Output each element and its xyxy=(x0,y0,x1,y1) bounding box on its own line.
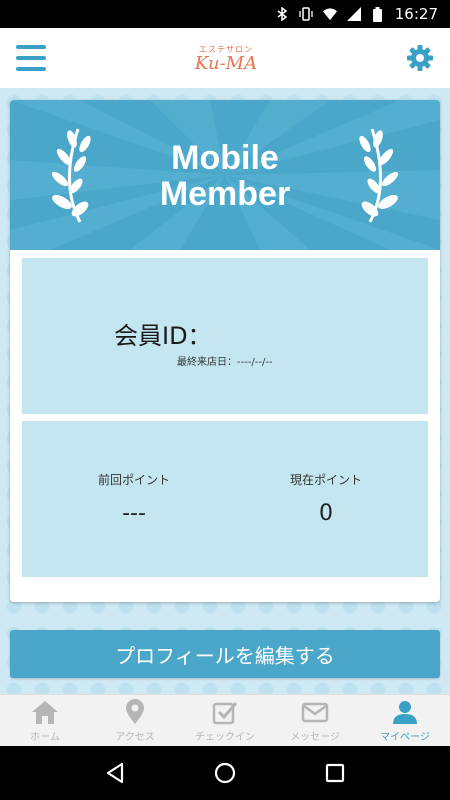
tab-mypage[interactable]: マイページ xyxy=(360,695,450,746)
cellular-icon xyxy=(346,7,361,21)
circle-home-icon xyxy=(214,762,236,784)
tab-checkin-label: チェックイン xyxy=(195,731,255,743)
points-panel: 前回ポイント --- 現在ポイント 0 xyxy=(22,421,428,577)
menu-button[interactable] xyxy=(16,45,46,71)
bottom-tab-bar: ホーム アクセス チェックイン メッセージ マイページ xyxy=(0,694,450,746)
android-nav-bar xyxy=(0,746,450,800)
previous-points-label: 前回ポイント xyxy=(97,473,170,487)
last-visit-date: 最終来店日：----/--/-- xyxy=(177,357,273,368)
square-recents-icon xyxy=(325,763,345,783)
member-banner: Mobile Member xyxy=(10,100,440,250)
bluetooth-icon xyxy=(275,7,289,21)
member-info-panel: 会員ID： 最終来店日：----/--/-- xyxy=(22,258,428,414)
app-header: エステサロン Ku-MA xyxy=(0,28,450,88)
tab-checkin[interactable]: チェックイン xyxy=(180,695,270,746)
mail-icon xyxy=(301,702,329,722)
status-time: 16:27 xyxy=(394,5,438,23)
status-bar: 16:27 xyxy=(0,0,450,28)
back-button[interactable] xyxy=(100,758,130,788)
previous-points-value: --- xyxy=(122,501,146,526)
vibrate-icon xyxy=(299,7,313,21)
current-points-value: 0 xyxy=(319,501,333,526)
home-nav-button[interactable] xyxy=(210,758,240,788)
tab-mypage-label: マイページ xyxy=(380,731,430,743)
tab-access-label: アクセス xyxy=(115,731,155,743)
member-id-label: 会員ID： xyxy=(114,322,212,350)
main-content: Mobile Member 会員ID： 最終来店日：----/--/-- 前回ポ… xyxy=(0,88,450,694)
battery-icon xyxy=(371,6,385,22)
settings-button[interactable] xyxy=(406,44,434,72)
home-icon xyxy=(32,700,58,724)
laurel-right-icon xyxy=(359,128,399,223)
back-icon xyxy=(106,762,124,784)
tab-message-label: メッセージ xyxy=(290,731,340,743)
map-pin-icon xyxy=(126,698,144,724)
checkin-icon xyxy=(212,701,238,724)
menu-icon-bar xyxy=(16,67,46,71)
tab-message[interactable]: メッセージ xyxy=(270,695,360,746)
tab-home[interactable]: ホーム xyxy=(0,695,90,746)
current-points-label: 現在ポイント xyxy=(289,473,362,487)
app-logo: エステサロン Ku-MA xyxy=(195,44,257,73)
gear-icon xyxy=(407,45,433,71)
user-icon xyxy=(393,700,417,724)
wifi-icon xyxy=(322,7,337,21)
menu-icon-bar xyxy=(16,45,46,49)
member-card: Mobile Member 会員ID： 最終来店日：----/--/-- 前回ポ… xyxy=(10,100,440,602)
menu-icon-bar xyxy=(16,56,46,60)
edit-profile-button[interactable]: プロフィールを編集する xyxy=(10,630,440,678)
tab-access[interactable]: アクセス xyxy=(90,695,180,746)
tab-home-label: ホーム xyxy=(30,731,60,743)
recents-button[interactable] xyxy=(320,758,350,788)
logo-text: Ku-MA xyxy=(194,52,258,74)
